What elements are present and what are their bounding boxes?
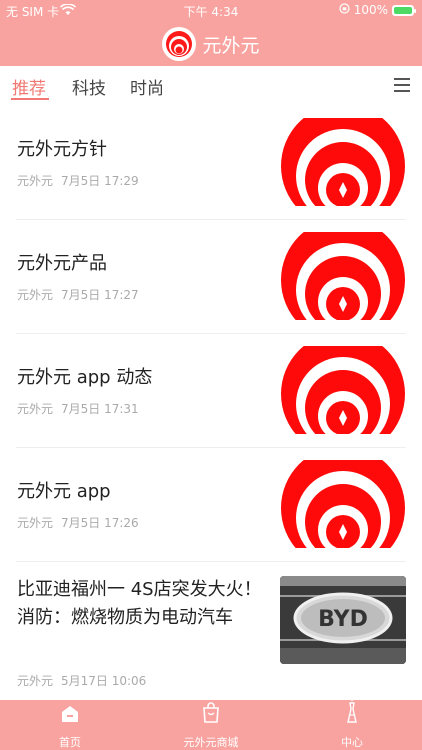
active-tab-indicator — [11, 98, 49, 100]
app-header: 元外元 — [0, 22, 422, 66]
article-title: 元外元 app — [17, 481, 111, 502]
list-item[interactable]: 元外元方针 元外元 7月5日 17:29 — [0, 106, 422, 220]
list-item[interactable]: 比亚迪福州一 4S店突发大火！消防：燃烧物质为电动汽车 元外元 5月17日 10:… — [0, 562, 422, 700]
list-item[interactable]: 元外元产品 元外元 7月5日 17:27 — [0, 220, 422, 334]
article-date: 7月5日 17:27 — [61, 288, 139, 302]
article-source: 元外元 — [17, 402, 54, 416]
article-thumbnail-logo — [281, 460, 405, 548]
article-source: 元外元 — [17, 288, 54, 302]
article-title: 元外元方针 — [17, 139, 107, 160]
article-thumbnail-logo — [281, 118, 405, 206]
article-thumbnail-photo: BYD — [280, 576, 406, 664]
tab-tech[interactable]: 科技 — [72, 74, 106, 99]
bottom-tab-mall[interactable]: 元外元商城 — [141, 700, 281, 750]
article-date: 5月17日 10:06 — [61, 674, 147, 688]
article-meta: 元外元 7月5日 17:29 — [17, 172, 147, 189]
bottom-tab-bar: 首页 元外元商城 中心 — [0, 697, 422, 750]
orientation-lock-icon — [339, 3, 350, 17]
status-right: 100% — [339, 3, 416, 17]
tab-fashion[interactable]: 时尚 — [130, 74, 164, 99]
app-logo-icon — [162, 27, 197, 61]
home-icon — [60, 705, 80, 726]
bottom-tab-home[interactable]: 首页 — [0, 700, 140, 750]
article-thumbnail-logo — [281, 232, 405, 320]
article-meta: 元外元 7月5日 17:27 — [17, 286, 147, 303]
tab-recommend[interactable]: 推荐 — [12, 74, 46, 99]
tower-icon — [344, 697, 360, 726]
bottom-tab-label: 元外元商城 — [183, 736, 239, 749]
article-thumbnail-logo — [281, 346, 405, 434]
list-item[interactable]: 元外元 app 动态 元外元 7月5日 17:31 — [0, 334, 422, 448]
battery-percent: 100% — [353, 3, 388, 17]
bottom-tab-label: 中心 — [341, 736, 363, 749]
byd-badge: BYD — [318, 607, 368, 632]
article-source: 元外元 — [17, 174, 54, 188]
bottom-tab-label: 首页 — [59, 736, 81, 749]
article-date: 7月5日 17:26 — [61, 516, 139, 530]
article-title: 元外元产品 — [17, 253, 107, 274]
article-title: 元外元 app 动态 — [17, 367, 153, 388]
status-bar: 无 SIM 卡 下午 4:34 100% — [0, 0, 422, 22]
menu-icon[interactable] — [394, 78, 410, 92]
top-bar: 无 SIM 卡 下午 4:34 100% 元外元 — [0, 0, 422, 66]
article-date: 7月5日 17:29 — [61, 174, 139, 188]
article-meta: 元外元 7月5日 17:26 — [17, 514, 147, 531]
article-meta: 元外元 5月17日 10:06 — [17, 672, 154, 689]
category-tabs: 推荐 科技 时尚 — [0, 66, 422, 106]
shopping-bag-icon — [201, 701, 221, 726]
battery-icon — [392, 4, 416, 16]
app-title: 元外元 — [202, 34, 260, 57]
article-source: 元外元 — [17, 674, 54, 688]
list-item[interactable]: 元外元 app 元外元 7月5日 17:26 — [0, 448, 422, 562]
article-date: 7月5日 17:31 — [61, 402, 139, 416]
bottom-tab-center[interactable]: 中心 — [282, 697, 422, 750]
article-source: 元外元 — [17, 516, 54, 530]
article-meta: 元外元 7月5日 17:31 — [17, 400, 147, 417]
article-title: 比亚迪福州一 4S店突发大火！消防：燃烧物质为电动汽车 — [17, 579, 262, 628]
